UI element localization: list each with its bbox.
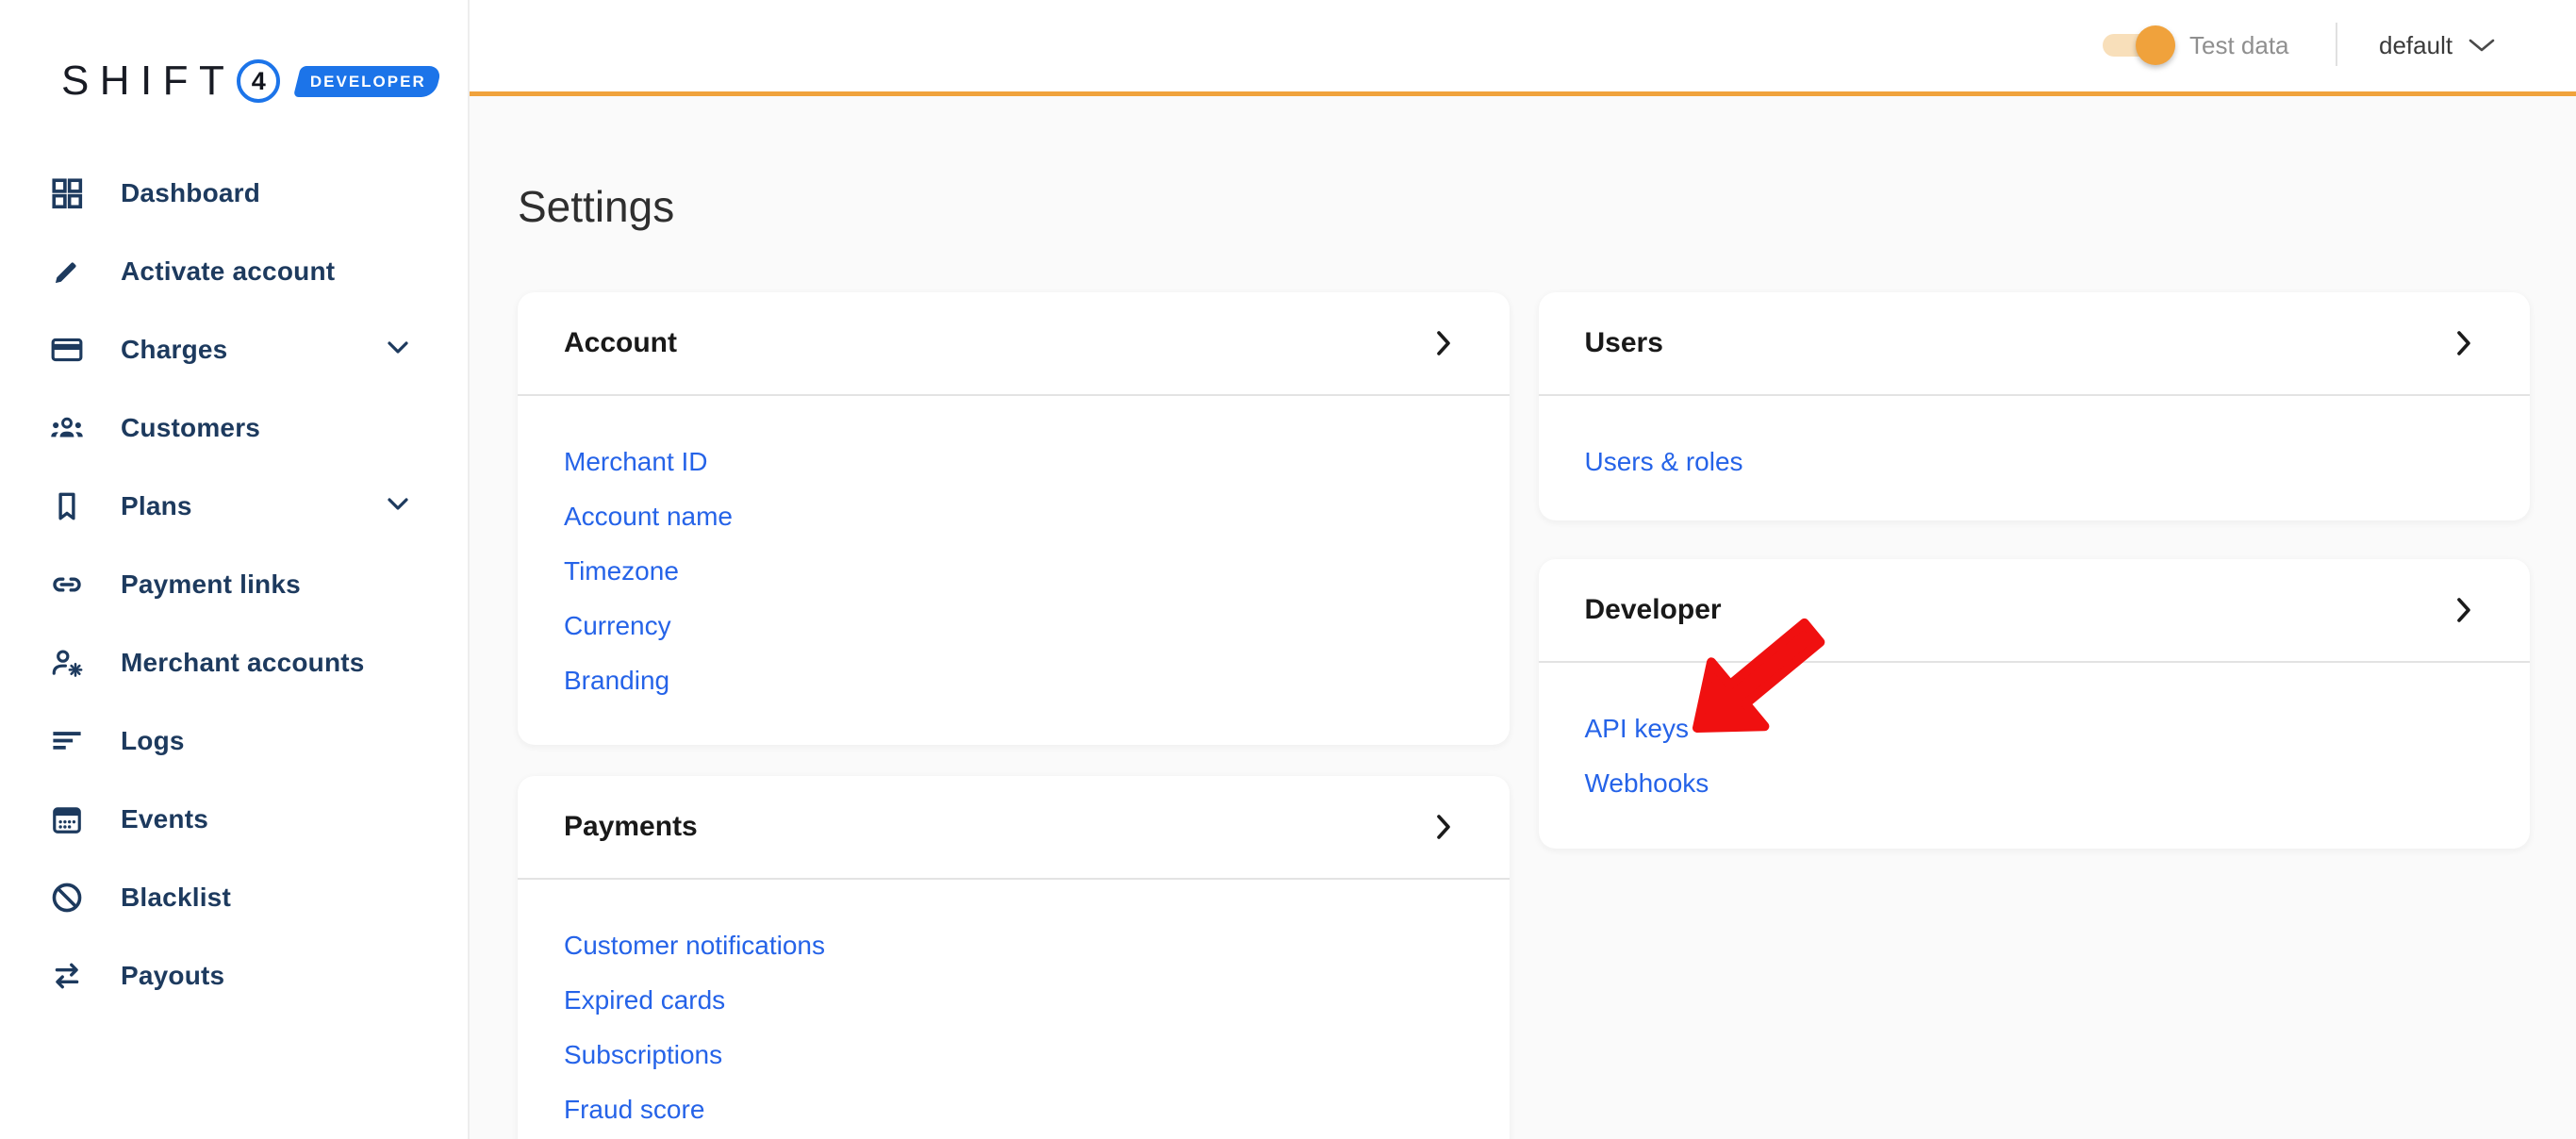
- settings-link[interactable]: Users & roles: [1585, 435, 1743, 489]
- settings-link[interactable]: Expired cards: [564, 973, 725, 1028]
- block-icon: [50, 881, 84, 915]
- card-developer-links: API keysWebhooks: [1539, 663, 2531, 811]
- pencil-icon: [50, 255, 84, 289]
- card-title: Users: [1585, 327, 1663, 359]
- test-data-toggle[interactable]: [2103, 25, 2175, 65]
- card-users-links: Users & roles: [1539, 396, 2531, 489]
- settings-link[interactable]: Branding: [564, 653, 669, 708]
- bookmark-icon: [50, 489, 84, 523]
- customers-group-icon: [50, 411, 84, 445]
- card-title: Account: [564, 327, 677, 359]
- settings-link[interactable]: Currency: [564, 599, 671, 653]
- settings-link[interactable]: Account name: [564, 489, 733, 544]
- toggle-knob: [2136, 25, 2175, 65]
- settings-link[interactable]: Timezone: [564, 544, 679, 599]
- card-users: Users Users & roles: [1539, 292, 2531, 520]
- card-account-links: Merchant IDAccount nameTimezoneCurrencyB…: [518, 396, 1510, 708]
- topbar-divider: [2336, 23, 2337, 66]
- sidebar-item-label: Blacklist: [121, 883, 231, 913]
- environment-dropdown[interactable]: default: [2379, 28, 2496, 62]
- sidebar-item[interactable]: Merchant accounts: [0, 623, 468, 702]
- sidebar-item[interactable]: Dashboard: [0, 154, 468, 232]
- sidebar-item-label: Events: [121, 804, 208, 834]
- chevron-down-icon: [2468, 38, 2496, 53]
- card-title: Developer: [1585, 594, 1722, 626]
- sidebar-item-label: Customers: [121, 413, 260, 443]
- chevron-right-icon: [2454, 596, 2473, 624]
- sidebar-item-label: Logs: [121, 726, 185, 756]
- test-data-label: Test data: [2189, 32, 2289, 58]
- sidebar-item[interactable]: Logs: [0, 702, 468, 780]
- environment-value: default: [2379, 31, 2452, 60]
- sidebar-item-label: Charges: [121, 335, 227, 365]
- sidebar-item-label: Payouts: [121, 961, 224, 991]
- sidebar-item-label: Plans: [121, 491, 192, 521]
- person-gear-icon: [50, 646, 84, 680]
- settings-columns: Account Merchant IDAccount nameTimezoneC…: [518, 292, 2530, 1139]
- sidebar-item[interactable]: Plans: [0, 467, 468, 545]
- card-account: Account Merchant IDAccount nameTimezoneC…: [518, 292, 1510, 745]
- settings-page: Settings Account Merchant IDAccount name…: [470, 96, 2576, 1139]
- logo-brand-text: SHIFT: [61, 58, 235, 104]
- settings-link[interactable]: Fraud score: [564, 1082, 704, 1137]
- link-icon: [50, 568, 84, 602]
- dashboard-grid-icon: [50, 176, 84, 210]
- settings-link[interactable]: Webhooks: [1585, 756, 1709, 811]
- developer-badge-label: DEVELOPER: [310, 72, 426, 91]
- card-users-header[interactable]: Users: [1539, 292, 2531, 396]
- chevron-right-icon: [1434, 813, 1453, 841]
- sidebar-item[interactable]: Customers: [0, 388, 468, 467]
- developer-badge: DEVELOPER: [293, 66, 442, 97]
- settings-link[interactable]: Customer notifications: [564, 918, 825, 973]
- sidebar-item[interactable]: Payment links: [0, 545, 468, 623]
- card-payments-header[interactable]: Payments: [518, 776, 1510, 880]
- sidebar-item-label: Dashboard: [121, 178, 260, 208]
- right-column: Users Users & roles Developer: [1539, 292, 2531, 849]
- logo-number-circle: 4: [237, 59, 280, 103]
- settings-link[interactable]: Merchant ID: [564, 435, 708, 489]
- sidebar-nav: Dashboard Activate account Charges: [0, 154, 468, 1015]
- chevron-down-icon: [386, 338, 410, 360]
- calendar-icon: [50, 802, 84, 836]
- chevron-right-icon: [2454, 329, 2473, 357]
- card-developer: Developer API keysWebhooks: [1539, 559, 2531, 849]
- card-payments: Payments Customer notificationsExpired c…: [518, 776, 1510, 1139]
- chevron-down-icon: [386, 495, 410, 517]
- card-title: Payments: [564, 811, 698, 843]
- sidebar-item[interactable]: Charges: [0, 310, 468, 388]
- card-payments-links: Customer notificationsExpired cardsSubsc…: [518, 880, 1510, 1137]
- left-column: Account Merchant IDAccount nameTimezoneC…: [518, 292, 1510, 1139]
- card-developer-header[interactable]: Developer: [1539, 559, 2531, 663]
- card-account-header[interactable]: Account: [518, 292, 1510, 396]
- sidebar-item[interactable]: Payouts: [0, 936, 468, 1015]
- sidebar: SHIFT 4 DEVELOPER Dashboard Activate acc…: [0, 0, 470, 1139]
- logs-lines-icon: [50, 724, 84, 758]
- page-title: Settings: [518, 181, 2530, 232]
- chevron-right-icon: [1434, 329, 1453, 357]
- sidebar-item-label: Payment links: [121, 570, 301, 600]
- settings-link[interactable]: Subscriptions: [564, 1028, 722, 1082]
- settings-link[interactable]: API keys: [1585, 702, 1689, 756]
- sidebar-item[interactable]: Blacklist: [0, 858, 468, 936]
- sidebar-item-label: Activate account: [121, 256, 335, 287]
- sidebar-item[interactable]: Events: [0, 780, 468, 858]
- sidebar-item-label: Merchant accounts: [121, 648, 365, 678]
- sidebar-item[interactable]: Activate account: [0, 232, 468, 310]
- credit-card-icon: [50, 333, 84, 367]
- logo-number: 4: [252, 67, 266, 96]
- transfer-arrows-icon: [50, 959, 84, 993]
- shift4-logo[interactable]: SHIFT 4 DEVELOPER: [61, 58, 438, 104]
